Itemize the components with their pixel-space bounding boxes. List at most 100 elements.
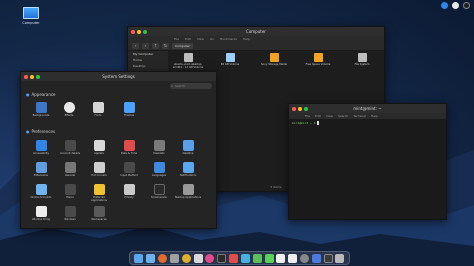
settings-item-extensions[interactable]: Extensions	[27, 162, 55, 177]
notifications-icon[interactable]	[452, 2, 459, 9]
computer-icon	[23, 7, 39, 19]
terminal-titlebar[interactable]: mint@mint: ~	[289, 104, 446, 113]
terminal-output[interactable]: mint@mint ~ $	[289, 119, 446, 219]
messages-icon[interactable]	[264, 253, 274, 263]
menu-view[interactable]: View	[197, 36, 204, 42]
system-settings-window[interactable]: System Settings ⌕ Search ● Appearance Bac…	[20, 71, 217, 229]
back-button[interactable]: ‹	[132, 43, 139, 49]
settings-item-startup-applications[interactable]: Startup Applications	[174, 184, 202, 199]
settings-item-window-tiling[interactable]: Window Tiling	[27, 206, 55, 221]
settings-search-input[interactable]: ⌕ Search	[170, 83, 212, 89]
settings-item-account-details[interactable]: Account details	[56, 140, 84, 155]
settings-item-applets[interactable]: Applets	[85, 140, 113, 155]
settings-item-screensaver[interactable]: Screensaver	[145, 184, 173, 199]
text-editor-icon[interactable]	[288, 253, 298, 263]
settings-item-themes[interactable]: Themes	[115, 102, 143, 117]
firefox-icon[interactable]	[158, 253, 168, 263]
drive-label: Free Space Volume	[305, 63, 331, 66]
drive-icon	[225, 53, 235, 62]
drive-item[interactable]: ubuntu-vivid-desktop-amd64 – 12 GB Volum…	[170, 53, 206, 69]
refresh-button[interactable]: ↻	[162, 43, 169, 49]
terminal-window[interactable]: mint@mint: ~ File Edit View Search Termi…	[288, 103, 447, 220]
forward-button[interactable]: ›	[142, 43, 149, 49]
close-button[interactable]	[292, 106, 296, 111]
settings-item-workspaces[interactable]: Workspaces	[85, 206, 113, 221]
menu-edit[interactable]: Edit	[185, 36, 191, 42]
settings-item-label: Backgrounds	[32, 114, 50, 117]
drive-label: File System	[354, 63, 370, 66]
system-monitor-icon[interactable]	[323, 253, 333, 263]
settings-item-input-method[interactable]: Input Method	[115, 162, 143, 177]
maps-icon[interactable]	[252, 253, 262, 263]
preferences-heading: ● Preferences	[26, 129, 55, 134]
minimize-button[interactable]	[30, 74, 34, 79]
store-icon[interactable]	[240, 253, 250, 263]
settings-icon[interactable]	[169, 253, 179, 263]
network-icon[interactable]	[441, 2, 448, 9]
windows-icon	[64, 206, 76, 217]
settings-item-notifications[interactable]: Notifications	[174, 162, 202, 177]
settings-item-privacy[interactable]: Privacy	[115, 184, 143, 199]
settings-item-label: Panel	[66, 196, 74, 199]
music-icon[interactable]	[229, 253, 239, 263]
power-icon[interactable]	[463, 2, 470, 9]
privacy-icon	[123, 184, 135, 195]
settings-item-fonts[interactable]: Fonts	[84, 102, 112, 117]
finder-icon[interactable]	[134, 253, 144, 263]
settings-item-label: Screensaver	[150, 196, 168, 199]
desktop-computer-shortcut[interactable]: Computer	[17, 7, 45, 25]
up-button[interactable]: ↑	[152, 43, 159, 49]
drive-item[interactable]: Sony Storage Media	[256, 53, 292, 66]
menu-help[interactable]: Help	[243, 36, 250, 42]
fonts-icon	[92, 102, 104, 113]
menu-go[interactable]: Go	[210, 36, 214, 42]
settings-item-general[interactable]: General	[56, 162, 84, 177]
path-breadcrumb[interactable]: Computer	[172, 43, 193, 49]
terminal-icon[interactable]	[217, 253, 227, 263]
search-placeholder: Search	[175, 84, 186, 88]
settings-item-panel[interactable]: Panel	[56, 184, 84, 199]
drive-item[interactable]: Free Space Volume	[300, 53, 336, 66]
drive-item[interactable]: File System	[344, 53, 380, 66]
settings-titlebar[interactable]: System Settings	[21, 72, 216, 81]
maximize-button[interactable]	[36, 74, 40, 79]
minimize-button[interactable]	[137, 29, 141, 34]
star-icon	[93, 184, 105, 195]
settings-item-languages[interactable]: Languages	[145, 162, 173, 177]
mail-icon[interactable]	[193, 253, 203, 263]
chrome-icon[interactable]	[181, 253, 191, 263]
drive-item[interactable]: 65 GB Volume	[212, 53, 248, 66]
file-manager-titlebar[interactable]: Computer	[128, 27, 384, 36]
trash-icon[interactable]	[335, 253, 345, 263]
folder-icon[interactable]	[146, 253, 156, 263]
settings-item-label: Languages	[151, 174, 167, 177]
settings-item-date-time[interactable]: Date & Time	[115, 140, 143, 155]
settings-item-hot-corners[interactable]: Hot Corners	[85, 162, 113, 177]
preferences-icon[interactable]	[300, 253, 309, 263]
desklets-icon	[153, 140, 165, 151]
settings-item-preferred-applications[interactable]: Preferred Applications	[85, 184, 113, 202]
menu-bookmarks[interactable]: Bookmarks	[220, 36, 237, 42]
settings-item-backgrounds[interactable]: Backgrounds	[27, 102, 55, 117]
settings-item-online-accounts[interactable]: Online Accounts	[27, 184, 55, 199]
maximize-button[interactable]	[143, 29, 147, 34]
workspaces-icon	[93, 206, 105, 217]
minimize-button[interactable]	[298, 106, 302, 111]
settings-item-effects[interactable]: Effects	[55, 102, 83, 117]
photo-editor-icon[interactable]	[311, 253, 321, 263]
calendar-icon[interactable]	[276, 253, 286, 263]
settings-item-desktop[interactable]: Desktop	[174, 140, 202, 155]
close-button[interactable]	[131, 29, 135, 34]
maximize-button[interactable]	[304, 106, 308, 111]
settings-item-windows[interactable]: Windows	[56, 206, 84, 221]
settings-item-label: Hot Corners	[91, 174, 107, 177]
applets-icon	[93, 140, 105, 151]
photos-icon[interactable]	[205, 253, 215, 263]
settings-item-accessibility[interactable]: Accessibility	[27, 140, 55, 155]
menu-file[interactable]: File	[174, 36, 179, 42]
close-button[interactable]	[24, 74, 28, 79]
settings-item-desklets[interactable]: Desklets	[145, 140, 173, 155]
gear-icon	[182, 184, 194, 195]
settings-item-label: Desklets	[153, 152, 165, 155]
settings-item-label: Window Tiling	[31, 218, 50, 221]
